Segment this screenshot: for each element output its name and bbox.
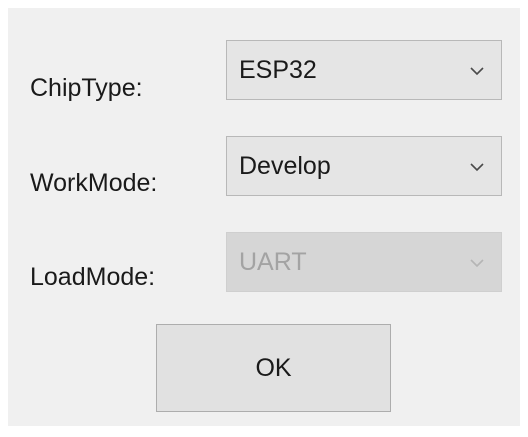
chevron-down-icon (470, 67, 484, 76)
chip-type-selected-value: ESP32 (239, 56, 317, 84)
load-mode-selected-value: UART (239, 248, 307, 276)
ok-button[interactable]: OK (156, 324, 391, 412)
load-mode-dropdown: UART (226, 232, 502, 292)
work-mode-label: WorkMode: (30, 169, 158, 197)
work-mode-selected-value: Develop (239, 152, 331, 180)
chevron-down-icon (470, 259, 484, 268)
work-mode-dropdown[interactable]: Develop (226, 136, 502, 196)
chevron-down-icon (470, 163, 484, 172)
chip-type-dropdown[interactable]: ESP32 (226, 40, 502, 100)
load-mode-label: LoadMode: (30, 263, 156, 291)
download-config-dialog: ChipType: ESP32 WorkMode: Develop LoadMo… (8, 8, 520, 426)
chip-type-label: ChipType: (30, 74, 143, 102)
